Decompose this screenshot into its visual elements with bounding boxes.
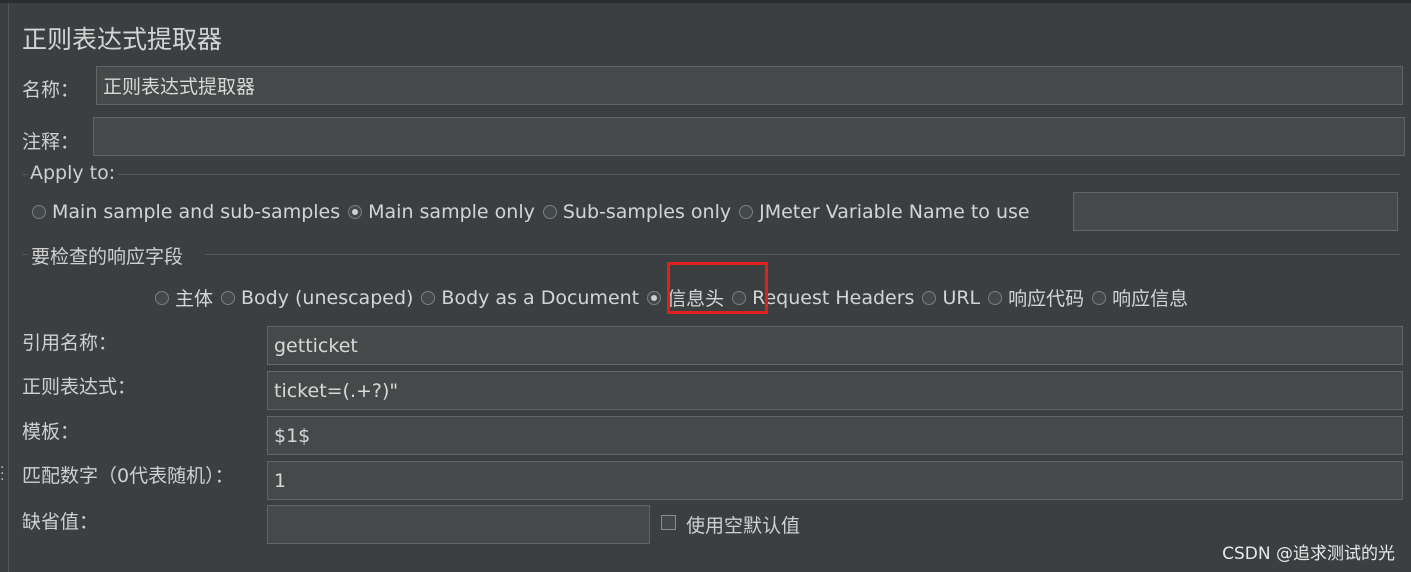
- name-label: 名称：: [22, 79, 80, 101]
- apply-to-border-left: [22, 174, 28, 175]
- radio-main-and-sub-samples[interactable]: Main sample and sub-samples: [32, 201, 340, 223]
- default-value-input[interactable]: [267, 505, 650, 544]
- radio-circle: [32, 205, 46, 219]
- response-field-border-left: [22, 254, 28, 255]
- empty-default-checkbox[interactable]: [661, 515, 676, 530]
- radio-circle: [542, 205, 557, 219]
- radio-circle: [922, 290, 937, 305]
- apply-to-border: [118, 174, 1400, 175]
- jmeter-variable-input[interactable]: [1073, 192, 1398, 231]
- radio-main-sample-only[interactable]: Main sample only: [348, 201, 535, 223]
- radio-circle-selected: [348, 205, 363, 219]
- regex-label: 正则表达式：: [22, 376, 137, 398]
- ref-name-label: 引用名称：: [22, 332, 118, 354]
- match-no-input[interactable]: 1: [267, 461, 1403, 500]
- empty-default-label: 使用空默认值: [686, 515, 801, 537]
- left-border: [8, 3, 9, 572]
- radio-sub-samples-only[interactable]: Sub-samples only: [542, 201, 731, 223]
- comment-label: 注释：: [22, 131, 80, 153]
- name-input[interactable]: 正则表达式提取器: [96, 66, 1403, 105]
- template-label: 模板：: [22, 421, 80, 443]
- radio-jmeter-variable[interactable]: JMeter Variable Name to use: [739, 201, 1030, 223]
- panel-title: 正则表达式提取器: [22, 25, 223, 54]
- response-field-border: [205, 254, 1400, 255]
- apply-to-options: Main sample and sub-samples Main sample …: [32, 201, 1038, 223]
- radio-body-unescaped[interactable]: Body (unescaped): [221, 287, 413, 309]
- response-field-legend: 要检查的响应字段: [31, 246, 184, 268]
- drag-handle-icon[interactable]: · · ·: [0, 461, 4, 487]
- regex-input[interactable]: ticket=(.+?)": [267, 371, 1403, 410]
- radio-body[interactable]: 主体: [155, 284, 213, 311]
- radio-circle: [421, 290, 436, 305]
- radio-url[interactable]: URL: [922, 287, 980, 309]
- comment-input[interactable]: [93, 117, 1405, 156]
- radio-circle: [739, 205, 754, 219]
- radio-circle: [988, 290, 1003, 305]
- match-no-label: 匹配数字（0代表随机）：: [22, 465, 234, 487]
- top-border: [0, 0, 1411, 3]
- radio-response-message[interactable]: 响应信息: [1092, 284, 1188, 311]
- apply-to-legend: Apply to:: [30, 162, 116, 184]
- highlight-box: [667, 262, 768, 314]
- radio-circle-selected: [647, 290, 662, 305]
- radio-circle: [155, 290, 169, 305]
- radio-circle: [221, 290, 236, 305]
- radio-body-as-document[interactable]: Body as a Document: [421, 287, 639, 309]
- radio-response-code[interactable]: 响应代码: [988, 284, 1084, 311]
- ref-name-input[interactable]: getticket: [267, 326, 1403, 365]
- radio-circle: [1092, 290, 1107, 305]
- watermark: CSDN @追求测试的光: [1222, 544, 1395, 564]
- template-input[interactable]: $1$: [267, 416, 1403, 455]
- default-value-label: 缺省值：: [22, 511, 99, 533]
